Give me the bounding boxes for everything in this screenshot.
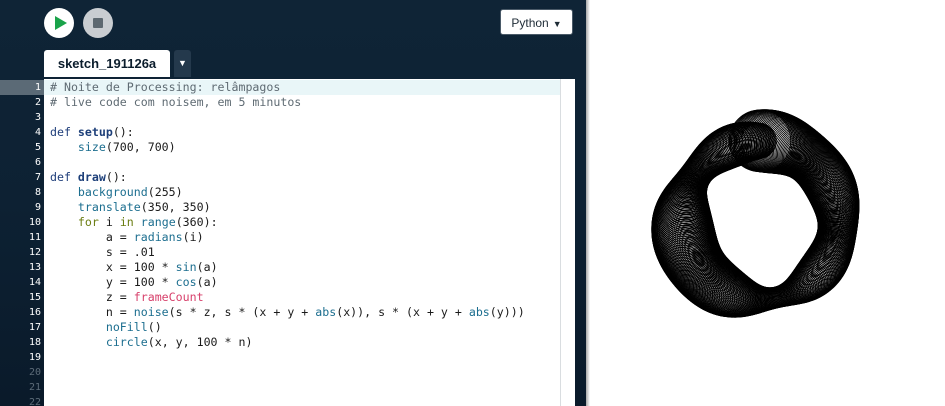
editor-scrollbar[interactable]: [560, 79, 575, 406]
code-line-18: circle(x, y, 100 * n): [105, 335, 253, 349]
stop-button[interactable]: [83, 8, 113, 38]
chevron-down-icon: ▼: [552, 19, 562, 29]
play-icon: [55, 16, 67, 30]
line-number: 1: [34, 82, 41, 93]
mode-label: Python: [511, 16, 549, 30]
stop-icon: [93, 18, 103, 28]
code-text: # Noite de Processing: relâmpagos # live …: [50, 80, 525, 365]
line-number: 4: [34, 127, 41, 138]
code-line-9: translate(350, 350): [77, 200, 211, 214]
code-line-4: def setup():: [50, 125, 134, 139]
line-number: 17: [28, 322, 41, 333]
line-number: 9: [34, 202, 41, 213]
code-line-14: y = 100 * cos(a): [105, 275, 218, 289]
line-number: 18: [28, 337, 41, 348]
chevron-down-icon: ▼: [178, 58, 187, 68]
line-number: 8: [34, 187, 41, 198]
code-line-1: # Noite de Processing: relâmpagos: [50, 80, 281, 94]
code-line-11: a = radians(i): [105, 230, 204, 244]
editor-panel: Python ▼ sketch_191126a ▼ 1 2 3 4 5 6 7 8 9 10 11 12…: [0, 0, 586, 406]
line-number: 22: [28, 397, 41, 406]
line-number: 15: [28, 292, 41, 303]
code-line-8: background(255): [77, 185, 183, 199]
tab-menu-button[interactable]: ▼: [174, 50, 191, 77]
code-line-5: size(700, 700): [77, 140, 176, 154]
code-line-10: for i in range(360):: [77, 215, 218, 229]
line-number: 20: [28, 367, 41, 378]
line-number: 2: [34, 97, 41, 108]
code-line-12: s = .01: [105, 245, 155, 259]
code-line-15: z = frameCount: [105, 290, 204, 304]
code-line-16: n = noise(s * z, s * (x + y + abs(x)), s…: [105, 305, 525, 319]
sketch-canvas: [590, 0, 945, 406]
line-number: 7: [34, 172, 41, 183]
code-line-17: noFill(): [105, 320, 162, 334]
sketch-output-drawing: [651, 109, 860, 318]
line-number: 11: [28, 232, 41, 243]
tab-sketch[interactable]: sketch_191126a: [44, 50, 170, 77]
code-line-7: def draw():: [50, 170, 127, 184]
line-number: 10: [28, 217, 41, 228]
line-number: 13: [28, 262, 41, 273]
code-line-13: x = 100 * sin(a): [105, 260, 218, 274]
line-number: 14: [28, 277, 41, 288]
line-number: 16: [28, 307, 41, 318]
tab-label: sketch_191126a: [57, 56, 157, 71]
mode-selector[interactable]: Python ▼: [500, 9, 573, 35]
line-number: 21: [28, 382, 41, 393]
line-number: 5: [34, 142, 41, 153]
code-editor[interactable]: # Noite de Processing: relâmpagos # live …: [44, 79, 575, 406]
code-line-2: # live code com noisem, em 5 minutos: [50, 95, 302, 109]
line-number: 12: [28, 247, 41, 258]
line-number: 6: [34, 157, 41, 168]
line-number: 3: [34, 112, 41, 123]
line-number-gutter: 1 2 3 4 5 6 7 8 9 10 11 12 13 14 15 16 17 18 19 20 21 22: [0, 79, 44, 406]
line-number: 19: [28, 352, 41, 363]
run-button[interactable]: [44, 8, 74, 38]
